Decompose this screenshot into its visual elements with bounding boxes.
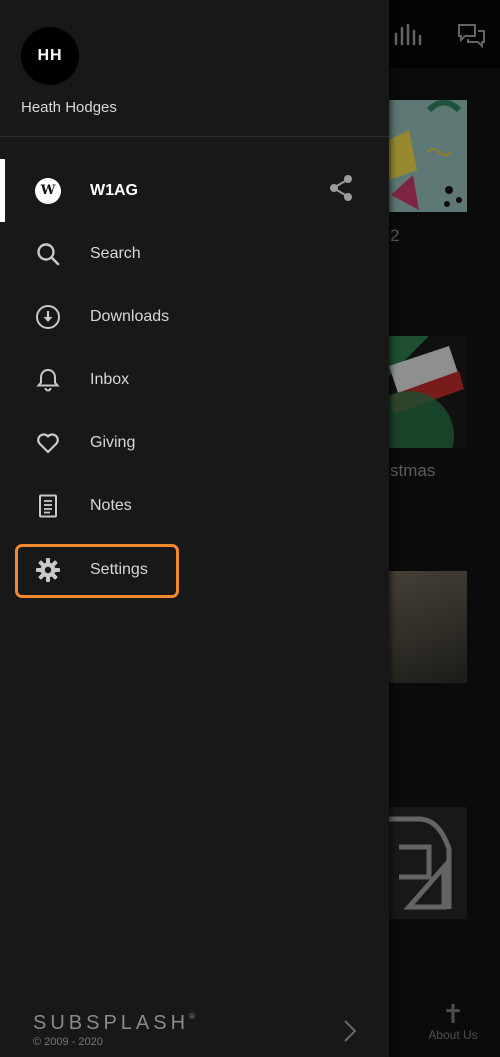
menu-item-label: Notes (90, 496, 132, 514)
w-logo-icon: W (34, 177, 62, 205)
menu-item-label: Downloads (90, 307, 170, 325)
share-icon[interactable] (327, 174, 355, 202)
notes-icon (34, 492, 62, 520)
brand-name: SUBSPLASH (33, 1012, 190, 1034)
navigation-drawer: HH Heath Hodges W W1AG Search Downloads … (0, 0, 389, 1057)
subsplash-logo: SUBSPLASH® (33, 1012, 195, 1034)
divider (0, 136, 389, 137)
w-logo-letter: W (35, 177, 61, 204)
menu-item-giving[interactable]: Giving (0, 411, 389, 474)
settings-highlight-box (15, 544, 179, 598)
chevron-right-icon[interactable] (340, 1018, 360, 1044)
menu-item-search[interactable]: Search (0, 222, 389, 285)
menu-item-inbox[interactable]: Inbox (0, 348, 389, 411)
bell-icon (34, 366, 62, 394)
menu-item-label: Search (90, 244, 141, 262)
menu-item-label: Inbox (90, 370, 130, 388)
avatar[interactable]: HH (21, 27, 79, 85)
user-name: Heath Hodges (21, 99, 117, 116)
copyright-text: © 2009 - 2020 (33, 1036, 103, 1048)
menu-item-notes[interactable]: Notes (0, 474, 389, 537)
menu-item-label: Giving (90, 433, 136, 451)
menu-item-downloads[interactable]: Downloads (0, 285, 389, 348)
download-icon (34, 303, 62, 331)
heart-icon (34, 429, 62, 457)
search-icon (34, 240, 62, 268)
menu-item-label: W1AG (90, 181, 138, 199)
